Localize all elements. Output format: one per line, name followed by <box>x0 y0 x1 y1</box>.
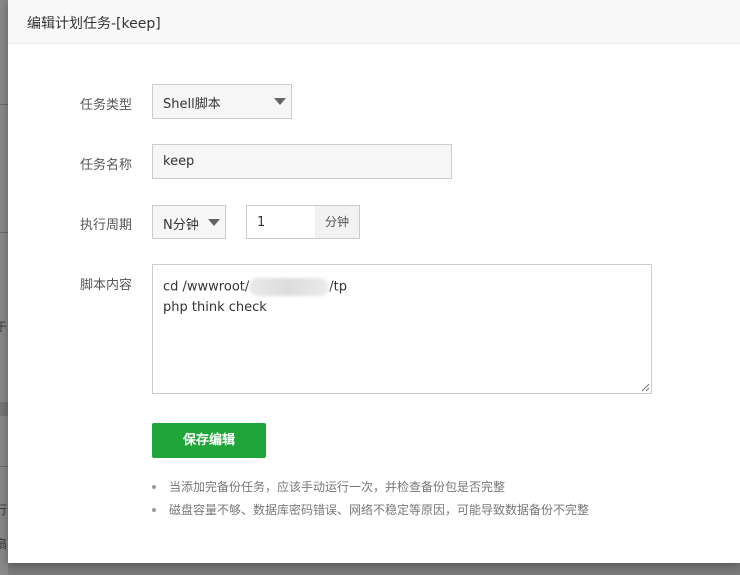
background-divider <box>0 104 8 105</box>
cycle-minutes-input[interactable] <box>246 205 316 239</box>
task-name-input[interactable] <box>152 144 452 179</box>
cycle-unit-value: N分钟 <box>163 218 199 233</box>
edit-task-dialog: 编辑计划任务-[keep] 任务类型 Shell脚本 任务名称 执行周期 N分钟… <box>8 0 740 563</box>
tip-item: 磁盘容量不够、数据库密码错误、网络不稳定等原因，可能导致数据备份不完整 <box>152 500 589 523</box>
tip-text: 磁盘容量不够、数据库密码错误、网络不稳定等原因，可能导致数据备份不完整 <box>169 503 590 517</box>
cycle-label: 执行周期 <box>80 218 133 233</box>
background-page: 于 行 扇 <box>0 0 8 575</box>
bullet-icon <box>152 508 156 512</box>
resize-grip-icon[interactable] <box>641 383 650 392</box>
bullet-icon <box>152 485 156 489</box>
cycle-unit-addon: 分钟 <box>315 205 360 239</box>
task-type-label: 任务类型 <box>80 98 133 113</box>
dialog-title: 编辑计划任务-[keep] <box>27 16 161 32</box>
task-name-label: 任务名称 <box>80 158 133 173</box>
background-text-fragment: 行 <box>0 503 8 517</box>
task-type-select[interactable]: Shell脚本 <box>152 84 292 119</box>
chevron-down-icon <box>208 219 220 226</box>
script-label: 脚本内容 <box>80 278 133 293</box>
background-divider <box>0 402 8 416</box>
tip-text: 当添加完备份任务，应该手动运行一次，并检查备份包是否完整 <box>169 480 506 494</box>
tips-list: 当添加完备份任务，应该手动运行一次，并检查备份包是否完整 磁盘容量不够、数据库密… <box>152 477 589 523</box>
background-divider <box>0 232 8 233</box>
script-line-2: php think check <box>163 300 267 315</box>
cycle-unit-select[interactable]: N分钟 <box>152 205 226 239</box>
dialog-header: 编辑计划任务-[keep] <box>8 0 740 44</box>
redacted-path-mask <box>249 278 330 296</box>
background-text-fragment: 扇 <box>0 537 8 551</box>
script-line-1: cd /wwwroot//tp <box>163 278 347 296</box>
chevron-down-icon <box>274 98 286 105</box>
save-edit-button[interactable]: 保存编辑 <box>152 423 266 458</box>
background-divider <box>0 466 8 467</box>
background-text-fragment: 于 <box>0 320 8 334</box>
script-textarea[interactable]: cd /wwwroot//tp php think check <box>152 264 652 394</box>
tip-item: 当添加完备份任务，应该手动运行一次，并检查备份包是否完整 <box>152 477 589 500</box>
task-type-value: Shell脚本 <box>163 97 221 112</box>
